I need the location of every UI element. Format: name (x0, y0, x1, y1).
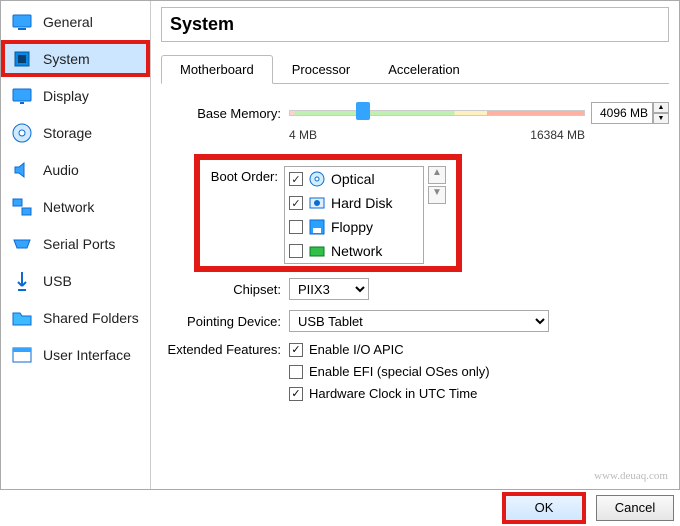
usb-icon (11, 270, 33, 292)
network-icon (11, 196, 33, 218)
base-memory-input[interactable] (591, 102, 653, 124)
floppy-icon (308, 218, 326, 236)
speaker-icon (11, 159, 33, 181)
checkbox-icon[interactable]: ✓ (289, 196, 303, 210)
checkbox-icon[interactable] (289, 220, 303, 234)
base-memory-max: 16384 MB (530, 128, 585, 142)
checkbox-icon[interactable]: ✓ (289, 387, 303, 401)
boot-item-network[interactable]: Network (285, 239, 423, 263)
boot-item-harddisk[interactable]: ✓ Hard Disk (285, 191, 423, 215)
pointing-device-select[interactable]: USB Tablet (289, 310, 549, 332)
sidebar-item-label: Display (43, 88, 89, 104)
boot-move-down-button[interactable]: ▼ (428, 186, 446, 204)
feature-efi[interactable]: Enable EFI (special OSes only) (289, 364, 490, 379)
sidebar-item-label: USB (43, 273, 72, 289)
optical-disc-icon (308, 170, 326, 188)
sidebar-item-serial-ports[interactable]: Serial Ports (1, 225, 150, 262)
checkbox-icon[interactable]: ✓ (289, 172, 303, 186)
boot-item-label: Network (331, 243, 382, 259)
feature-label: Enable I/O APIC (309, 342, 404, 357)
sidebar-item-label: Audio (43, 162, 79, 178)
extended-features-label: Extended Features: (161, 342, 289, 357)
folder-icon (11, 307, 33, 329)
sidebar-item-system[interactable]: System (1, 40, 150, 77)
sidebar-item-label: User Interface (43, 347, 131, 363)
sidebar-item-label: General (43, 14, 93, 30)
sidebar-item-shared-folders[interactable]: Shared Folders (1, 299, 150, 336)
sidebar-item-label: Serial Ports (43, 236, 115, 252)
serial-port-icon (11, 233, 33, 255)
base-memory-slider[interactable]: 4 MB 16384 MB (289, 98, 585, 128)
checkbox-icon[interactable] (289, 244, 303, 258)
display-icon (11, 85, 33, 107)
system-tabs: Motherboard Processor Acceleration (161, 54, 669, 84)
chipset-select[interactable]: PIIX3 (289, 278, 369, 300)
sidebar-item-storage[interactable]: Storage (1, 114, 150, 151)
sidebar-item-label: Shared Folders (43, 310, 139, 326)
ok-button-highlight: OK (502, 492, 586, 524)
sidebar-item-audio[interactable]: Audio (1, 151, 150, 188)
sidebar-item-network[interactable]: Network (1, 188, 150, 225)
tab-acceleration[interactable]: Acceleration (369, 55, 479, 84)
chipset-label: Chipset: (161, 282, 289, 297)
chip-icon (11, 48, 33, 70)
monitor-icon (11, 11, 33, 33)
boot-item-floppy[interactable]: Floppy (285, 215, 423, 239)
sidebar-item-label: Network (43, 199, 94, 215)
checkbox-icon[interactable] (289, 365, 303, 379)
base-memory-label: Base Memory: (161, 106, 289, 121)
boot-item-label: Floppy (331, 219, 373, 235)
boot-order-label: Boot Order: (204, 166, 284, 184)
sidebar-item-display[interactable]: Display (1, 77, 150, 114)
dialog-footer: OK Cancel (502, 490, 674, 526)
boot-order-section: Boot Order: ✓ Optical ✓ Hard Disk (198, 158, 458, 268)
disk-icon (11, 122, 33, 144)
feature-label: Hardware Clock in UTC Time (309, 386, 477, 401)
watermark-text: www.deuaq.com (594, 470, 668, 482)
tab-processor[interactable]: Processor (273, 55, 370, 84)
settings-sidebar: General System Display Storage Audio (1, 1, 151, 489)
boot-move-up-button[interactable]: ▲ (428, 166, 446, 184)
settings-main-panel: System Motherboard Processor Acceleratio… (151, 1, 679, 489)
sidebar-item-general[interactable]: General (1, 3, 150, 40)
network-adapter-icon (308, 242, 326, 260)
tab-motherboard[interactable]: Motherboard (161, 55, 273, 84)
checkbox-icon[interactable]: ✓ (289, 343, 303, 357)
sidebar-item-label: System (43, 51, 90, 67)
pointing-device-label: Pointing Device: (161, 314, 289, 329)
sidebar-item-label: Storage (43, 125, 92, 141)
boot-order-list[interactable]: ✓ Optical ✓ Hard Disk Floppy (284, 166, 424, 264)
feature-label: Enable EFI (special OSes only) (309, 364, 490, 379)
page-title: System (161, 7, 669, 42)
cancel-button[interactable]: Cancel (596, 495, 674, 521)
sidebar-item-user-interface[interactable]: User Interface (1, 336, 150, 373)
ui-icon (11, 344, 33, 366)
feature-utc-clock[interactable]: ✓ Hardware Clock in UTC Time (289, 386, 490, 401)
feature-io-apic[interactable]: ✓ Enable I/O APIC (289, 342, 490, 357)
boot-item-label: Hard Disk (331, 195, 392, 211)
ok-button[interactable]: OK (505, 495, 583, 521)
hard-disk-icon (308, 194, 326, 212)
base-memory-spinner[interactable]: ▲▼ (653, 102, 669, 124)
boot-item-optical[interactable]: ✓ Optical (285, 167, 423, 191)
base-memory-min: 4 MB (289, 128, 317, 142)
boot-item-label: Optical (331, 171, 375, 187)
sidebar-item-usb[interactable]: USB (1, 262, 150, 299)
